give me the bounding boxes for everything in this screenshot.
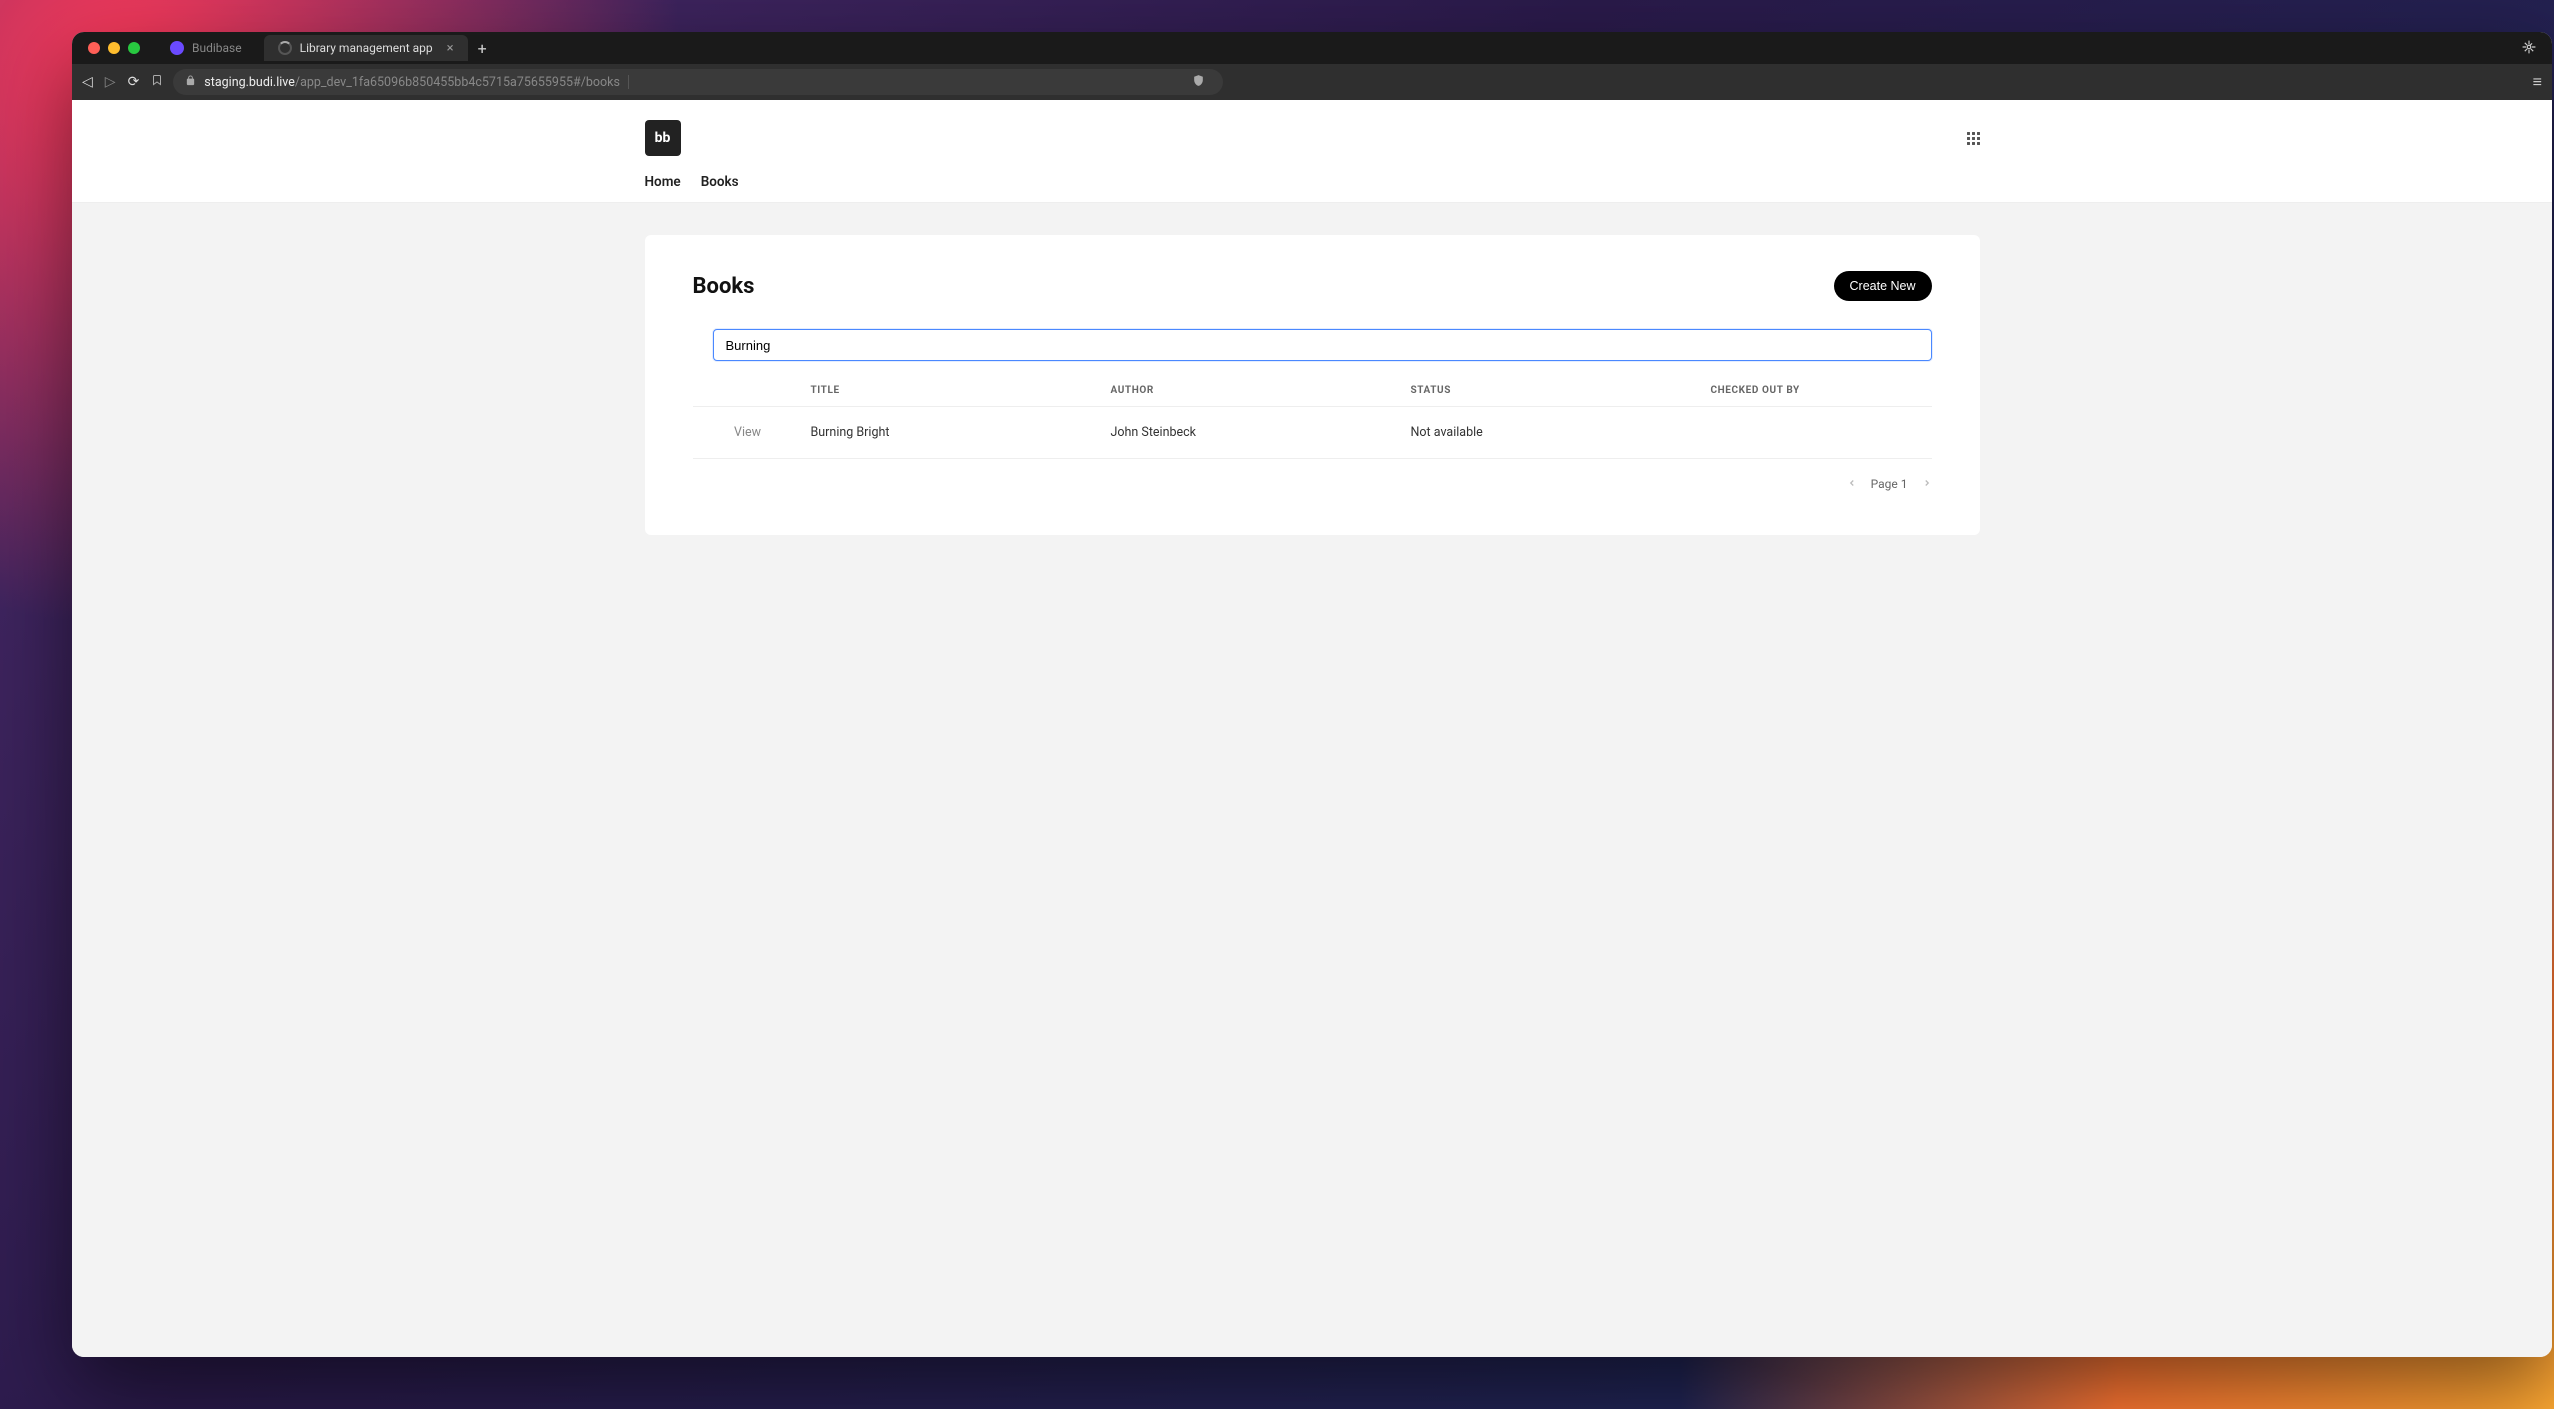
table-row: View Burning Bright John Steinbeck Not a… xyxy=(693,407,1932,459)
col-header-title: TITLE xyxy=(803,375,1103,407)
app-nav: Home Books xyxy=(645,174,1980,202)
pagination: Page 1 xyxy=(693,477,1932,491)
create-new-button[interactable]: Create New xyxy=(1834,271,1932,301)
url-text: staging.budi.live/app_dev_1fa65096b85045… xyxy=(204,75,620,90)
url-path: /app_dev_1fa65096b850455bb4c5715a7565595… xyxy=(295,75,620,90)
cell-checked-out-by xyxy=(1703,407,1932,459)
view-link[interactable]: View xyxy=(734,425,761,440)
cell-status: Not available xyxy=(1403,407,1703,459)
close-window-button[interactable] xyxy=(88,42,100,54)
minimize-window-button[interactable] xyxy=(108,42,120,54)
browser-window: Budibase Library management app × + ◁ ▷ … xyxy=(72,32,2552,1357)
tab-title: Library management app xyxy=(300,41,433,55)
separator xyxy=(628,75,629,89)
cell-author: John Steinbeck xyxy=(1103,407,1403,459)
app-switcher-icon[interactable] xyxy=(1967,132,1980,145)
app-logo[interactable]: bb xyxy=(645,120,681,156)
card-header: Books Create New xyxy=(693,271,1932,301)
browser-extension-icon[interactable] xyxy=(2522,39,2544,58)
chevron-right-icon[interactable] xyxy=(1922,477,1932,491)
app-header: bb Home Books xyxy=(72,100,2552,203)
maximize-window-button[interactable] xyxy=(128,42,140,54)
shield-icon[interactable] xyxy=(1186,74,1211,91)
books-card: Books Create New TITLE AUTHOR STATUS CHE… xyxy=(645,235,1980,535)
address-bar[interactable]: staging.budi.live/app_dev_1fa65096b85045… xyxy=(173,69,1223,95)
forward-button[interactable]: ▷ xyxy=(105,74,116,90)
bookmark-icon[interactable] xyxy=(151,73,163,91)
close-tab-icon[interactable]: × xyxy=(447,41,454,56)
lock-icon xyxy=(185,75,196,89)
url-bar-area: staging.budi.live/app_dev_1fa65096b85045… xyxy=(151,69,2520,95)
new-tab-button[interactable]: + xyxy=(468,39,497,58)
app-logo-text: bb xyxy=(655,130,671,146)
browser-tabbar: Budibase Library management app × + xyxy=(72,32,2552,64)
favicon-icon xyxy=(170,41,184,55)
reload-button[interactable]: ⟳ xyxy=(128,74,140,90)
col-header-action xyxy=(693,375,803,407)
pagination-label: Page 1 xyxy=(1871,477,1908,491)
app-viewport: bb Home Books Books Create New xyxy=(72,100,2552,1357)
books-table: TITLE AUTHOR STATUS CHECKED OUT BY View … xyxy=(693,375,1932,459)
back-button[interactable]: ◁ xyxy=(82,74,93,90)
browser-toolbar: ◁ ▷ ⟳ staging.budi.live/app_dev_1fa65096… xyxy=(72,64,2552,100)
page-title: Books xyxy=(693,274,755,299)
table-header-row: TITLE AUTHOR STATUS CHECKED OUT BY xyxy=(693,375,1932,407)
nav-link-home[interactable]: Home xyxy=(645,174,681,190)
cell-title: Burning Bright xyxy=(803,407,1103,459)
nav-link-books[interactable]: Books xyxy=(701,174,739,190)
col-header-checked-out-by: CHECKED OUT BY xyxy=(1703,375,1932,407)
col-header-author: AUTHOR xyxy=(1103,375,1403,407)
loading-spinner-icon xyxy=(278,41,292,55)
search-input[interactable] xyxy=(713,329,1932,361)
browser-tab-budibase[interactable]: Budibase xyxy=(156,35,256,61)
tab-title: Budibase xyxy=(192,41,242,55)
url-host: staging.budi.live xyxy=(204,75,295,90)
browser-menu-button[interactable]: ≡ xyxy=(2533,72,2542,92)
window-traffic-lights xyxy=(80,42,148,54)
browser-tab-library-app[interactable]: Library management app × xyxy=(264,35,468,61)
chevron-left-icon[interactable] xyxy=(1847,477,1857,491)
col-header-status: STATUS xyxy=(1403,375,1703,407)
